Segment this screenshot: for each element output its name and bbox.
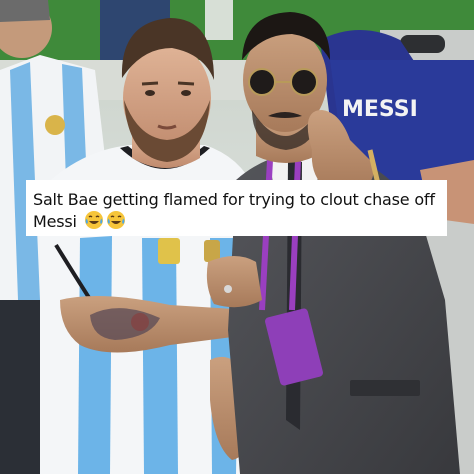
suit-pocket	[350, 380, 420, 396]
ring	[224, 285, 232, 293]
jersey-name-text: MESSI	[342, 97, 418, 122]
face-with-tears-of-joy-icon	[106, 210, 126, 233]
caption-box: Salt Bae getting flamed for trying to cl…	[26, 180, 447, 236]
background-person	[205, 0, 233, 40]
hand-on-shoulder	[206, 256, 262, 308]
face-with-tears-of-joy-icon	[84, 210, 104, 233]
crest-badge	[158, 238, 180, 264]
photo: MESSI	[0, 0, 474, 474]
